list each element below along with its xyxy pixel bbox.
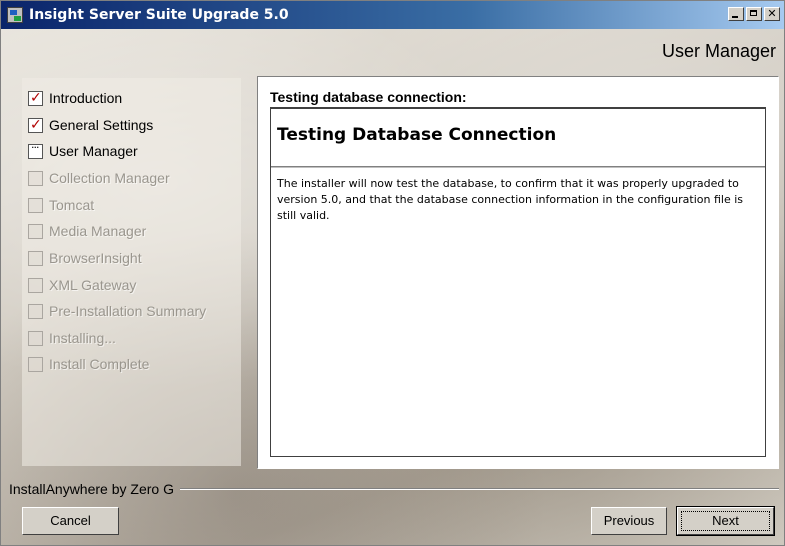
step-general-settings: ✓ General Settings [28, 115, 153, 135]
step-installing: Installing... [28, 328, 116, 348]
checkmark-icon: ✓ [30, 89, 42, 106]
step-label: BrowserInsight [49, 250, 142, 266]
installer-window: Insight Server Suite Upgrade 5.0 ✕ User … [0, 0, 785, 546]
content-body: The installer will now test the database… [277, 177, 744, 222]
step-label: Installing... [49, 330, 116, 346]
step-install-complete: Install Complete [28, 354, 149, 374]
previous-button[interactable]: Previous [591, 507, 667, 535]
brand-row: InstallAnywhere by Zero G [9, 481, 779, 497]
window-title: Insight Server Suite Upgrade 5.0 [29, 7, 289, 23]
step-checkbox [28, 277, 43, 293]
step-media-manager: Media Manager [28, 221, 146, 241]
brand-label: InstallAnywhere by Zero G [9, 481, 174, 497]
next-button-label: Next [712, 513, 739, 528]
step-checkbox [28, 250, 43, 266]
title-bar[interactable]: Insight Server Suite Upgrade 5.0 ✕ [1, 1, 784, 29]
window-controls: ✕ [726, 7, 780, 21]
panel-header: Testing database connection: [270, 89, 467, 105]
cancel-button[interactable]: Cancel [22, 507, 119, 535]
step-checkbox: ✓ [28, 116, 43, 133]
step-checkbox [28, 356, 43, 372]
step-checkbox: ··· [28, 140, 43, 159]
maximize-icon[interactable] [746, 7, 762, 21]
step-label: Pre-Installation Summary [49, 303, 207, 319]
steps-panel: ✓ Introduction ✓ General Settings ··· Us… [22, 78, 241, 466]
step-xml-gateway: XML Gateway [28, 275, 136, 295]
step-checkbox [28, 223, 43, 239]
step-label: General Settings [49, 117, 154, 133]
next-button[interactable]: Next [676, 506, 775, 536]
step-user-manager: ··· User Manager [28, 141, 138, 161]
step-label: Install Complete [49, 356, 150, 372]
minimize-icon[interactable] [728, 7, 744, 21]
content-box[interactable]: Testing Database Connection The installe… [270, 107, 766, 457]
ellipsis-icon: ··· [31, 140, 39, 154]
step-checkbox [28, 330, 43, 346]
step-checkbox [28, 197, 43, 213]
brand-divider [179, 488, 779, 490]
step-label: Introduction [49, 90, 123, 106]
step-browserinsight: BrowserInsight [28, 248, 142, 268]
checkmark-icon: ✓ [30, 116, 42, 133]
step-checkbox: ✓ [28, 89, 43, 106]
step-title: User Manager [661, 41, 776, 61]
content-divider [271, 166, 765, 168]
content-title: Testing Database Connection [277, 125, 557, 145]
step-collection-manager: Collection Manager [28, 168, 170, 188]
step-checkbox [28, 303, 43, 319]
step-label: User Manager [49, 143, 138, 159]
step-label: Media Manager [49, 223, 147, 239]
step-pre-installation-summary: Pre-Installation Summary [28, 301, 206, 321]
step-introduction: ✓ Introduction [28, 88, 122, 108]
close-icon[interactable]: ✕ [764, 7, 780, 21]
step-checkbox [28, 170, 43, 186]
main-panel: Testing database connection: Testing Dat… [257, 76, 779, 469]
step-label: Collection Manager [49, 170, 170, 186]
step-label: XML Gateway [49, 277, 137, 293]
installer-app-icon[interactable] [7, 7, 23, 23]
step-tomcat: Tomcat [28, 195, 94, 215]
step-label: Tomcat [49, 197, 95, 213]
